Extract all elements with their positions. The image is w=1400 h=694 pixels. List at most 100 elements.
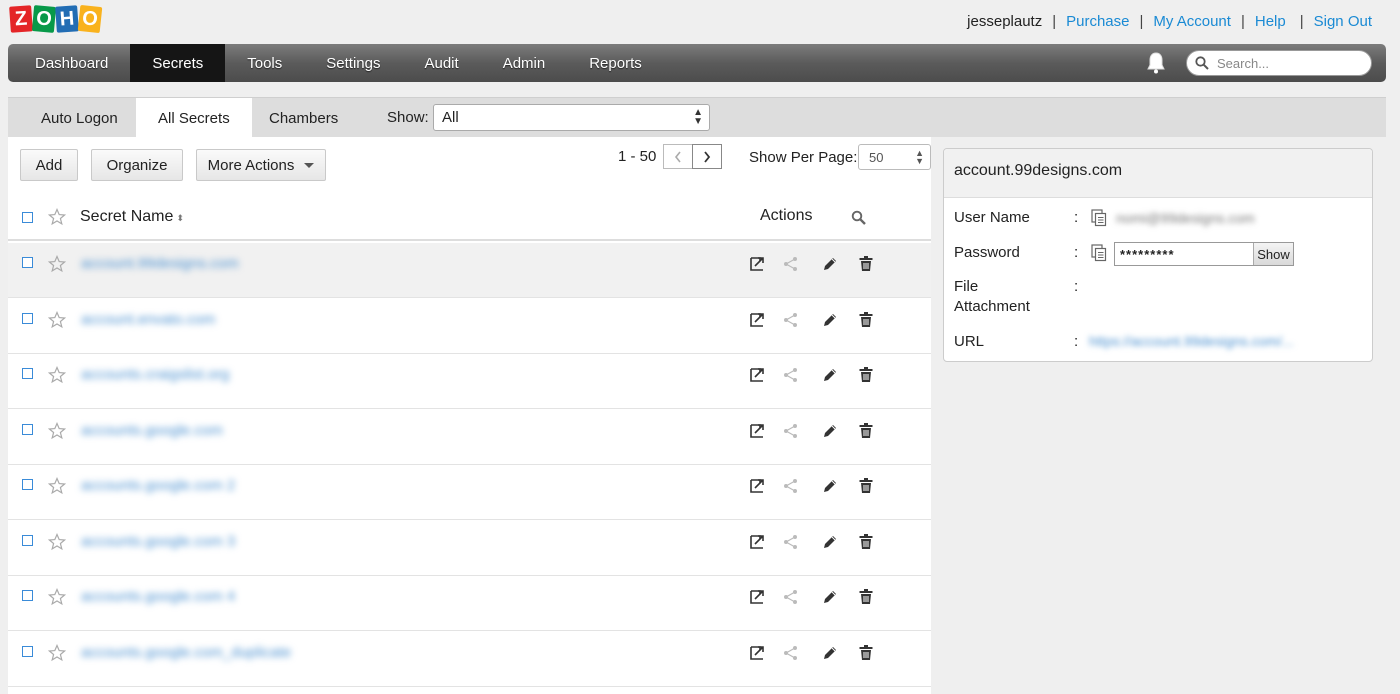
row-checkbox[interactable]: [22, 312, 33, 324]
help-link[interactable]: Help: [1255, 13, 1286, 30]
tab-chambers[interactable]: Chambers: [247, 98, 360, 138]
edit-icon[interactable]: [821, 366, 839, 384]
table-row[interactable]: accounts.google.com 4: [8, 576, 931, 631]
search-box[interactable]: [1186, 50, 1372, 76]
delete-icon[interactable]: [857, 644, 875, 662]
row-checkbox[interactable]: [22, 645, 33, 657]
table-row[interactable]: accounts.google.com_duplicate: [8, 632, 931, 687]
prev-page-button[interactable]: [663, 144, 693, 169]
nav-secrets[interactable]: Secrets: [130, 44, 226, 82]
share-icon[interactable]: [782, 255, 800, 273]
secret-name-link[interactable]: account.envato.com: [81, 311, 215, 328]
show-password-button[interactable]: Show: [1253, 243, 1293, 265]
row-checkbox[interactable]: [22, 257, 33, 268]
purchase-link[interactable]: Purchase: [1066, 13, 1129, 30]
edit-icon[interactable]: [821, 311, 839, 329]
delete-icon[interactable]: [857, 477, 875, 495]
auto-logon-icon[interactable]: [748, 311, 766, 329]
star-icon[interactable]: [48, 421, 66, 440]
copy-icon[interactable]: [1091, 244, 1107, 262]
star-icon[interactable]: [48, 366, 66, 384]
row-checkbox[interactable]: [22, 479, 33, 490]
zoho-logo[interactable]: Z O H O: [9, 4, 103, 34]
row-checkbox[interactable]: [22, 590, 33, 601]
auto-logon-icon[interactable]: [748, 477, 766, 495]
delete-icon[interactable]: [857, 311, 875, 329]
table-row[interactable]: account.envato.com: [8, 299, 931, 354]
share-icon[interactable]: [782, 644, 800, 662]
star-icon[interactable]: [48, 588, 66, 606]
auto-logon-icon[interactable]: [748, 422, 766, 440]
secret-name-link[interactable]: accounts.google.com: [81, 422, 223, 439]
tab-auto-logon[interactable]: Auto Logon: [19, 98, 140, 138]
share-icon[interactable]: [782, 477, 800, 495]
share-icon[interactable]: [782, 588, 800, 606]
per-page-select[interactable]: 50 ▲ ▼: [858, 144, 931, 170]
share-icon[interactable]: [782, 422, 800, 440]
table-row[interactable]: accounts.google.com 2: [8, 465, 931, 520]
edit-icon[interactable]: [821, 255, 839, 273]
nav-settings[interactable]: Settings: [304, 44, 402, 82]
edit-icon[interactable]: [821, 533, 839, 551]
bell-icon[interactable]: [1146, 51, 1166, 75]
share-icon[interactable]: [782, 311, 800, 329]
password-field[interactable]: ********* Show: [1114, 242, 1294, 266]
delete-icon[interactable]: [857, 533, 875, 551]
star-icon[interactable]: [48, 208, 66, 226]
share-icon[interactable]: [782, 533, 800, 551]
nav-tools[interactable]: Tools: [225, 44, 304, 82]
organize-button[interactable]: Organize: [91, 149, 183, 181]
share-icon[interactable]: [782, 366, 800, 384]
table-row[interactable]: accounts.google.com: [8, 410, 931, 465]
secret-name-header[interactable]: Secret Name ⬍: [80, 208, 184, 226]
star-icon[interactable]: [48, 643, 66, 662]
sign-out-link[interactable]: Sign Out: [1314, 13, 1372, 30]
copy-icon[interactable]: [1091, 209, 1107, 227]
row-checkbox[interactable]: [22, 534, 33, 546]
table-header: Secret Name ⬍ Actions: [8, 197, 931, 241]
secret-name-link[interactable]: account.99designs.com: [81, 255, 239, 272]
star-icon[interactable]: [48, 532, 66, 551]
star-icon[interactable]: [48, 255, 66, 273]
secret-name-header-label: Secret Name: [80, 208, 174, 225]
table-row[interactable]: accounts.craigslist.org: [8, 354, 931, 409]
row-checkbox[interactable]: [22, 368, 33, 379]
next-page-button[interactable]: [692, 144, 722, 169]
auto-logon-icon[interactable]: [748, 533, 766, 551]
secret-name-link[interactable]: accounts.google.com 3: [81, 533, 235, 550]
edit-icon[interactable]: [821, 644, 839, 662]
more-actions-button[interactable]: More Actions: [196, 149, 326, 181]
delete-icon[interactable]: [857, 255, 875, 273]
my-account-link[interactable]: My Account: [1153, 13, 1231, 30]
auto-logon-icon[interactable]: [748, 366, 766, 384]
delete-icon[interactable]: [857, 422, 875, 440]
star-icon[interactable]: [48, 477, 66, 495]
secret-name-link[interactable]: accounts.google.com 2: [81, 477, 235, 494]
row-checkbox[interactable]: [22, 423, 33, 435]
nav-dashboard[interactable]: Dashboard: [8, 44, 130, 82]
nav-audit[interactable]: Audit: [402, 44, 480, 82]
search-icon[interactable]: [851, 210, 867, 226]
auto-logon-icon[interactable]: [748, 644, 766, 662]
edit-icon[interactable]: [821, 588, 839, 606]
search-input[interactable]: [1217, 55, 1357, 71]
nav-reports[interactable]: Reports: [567, 44, 664, 82]
tab-all-secrets[interactable]: All Secrets: [136, 98, 252, 138]
delete-icon[interactable]: [857, 366, 875, 384]
table-row[interactable]: accounts.google.com 3: [8, 521, 931, 576]
add-button[interactable]: Add: [20, 149, 78, 181]
show-filter-select[interactable]: All ▲ ▼: [433, 104, 710, 131]
select-all-checkbox[interactable]: [22, 212, 33, 223]
star-icon[interactable]: [48, 310, 66, 329]
url-value[interactable]: https://account.99designs.com/...: [1089, 333, 1294, 349]
nav-admin[interactable]: Admin: [481, 44, 568, 82]
secret-name-link[interactable]: accounts.google.com_duplicate: [81, 644, 291, 661]
secret-name-link[interactable]: accounts.google.com 4: [81, 588, 235, 605]
table-row[interactable]: account.99designs.com: [8, 243, 931, 298]
auto-logon-icon[interactable]: [748, 255, 766, 273]
auto-logon-icon[interactable]: [748, 588, 766, 606]
edit-icon[interactable]: [821, 477, 839, 495]
delete-icon[interactable]: [857, 588, 875, 606]
edit-icon[interactable]: [821, 422, 839, 440]
secret-name-link[interactable]: accounts.craigslist.org: [81, 366, 229, 383]
